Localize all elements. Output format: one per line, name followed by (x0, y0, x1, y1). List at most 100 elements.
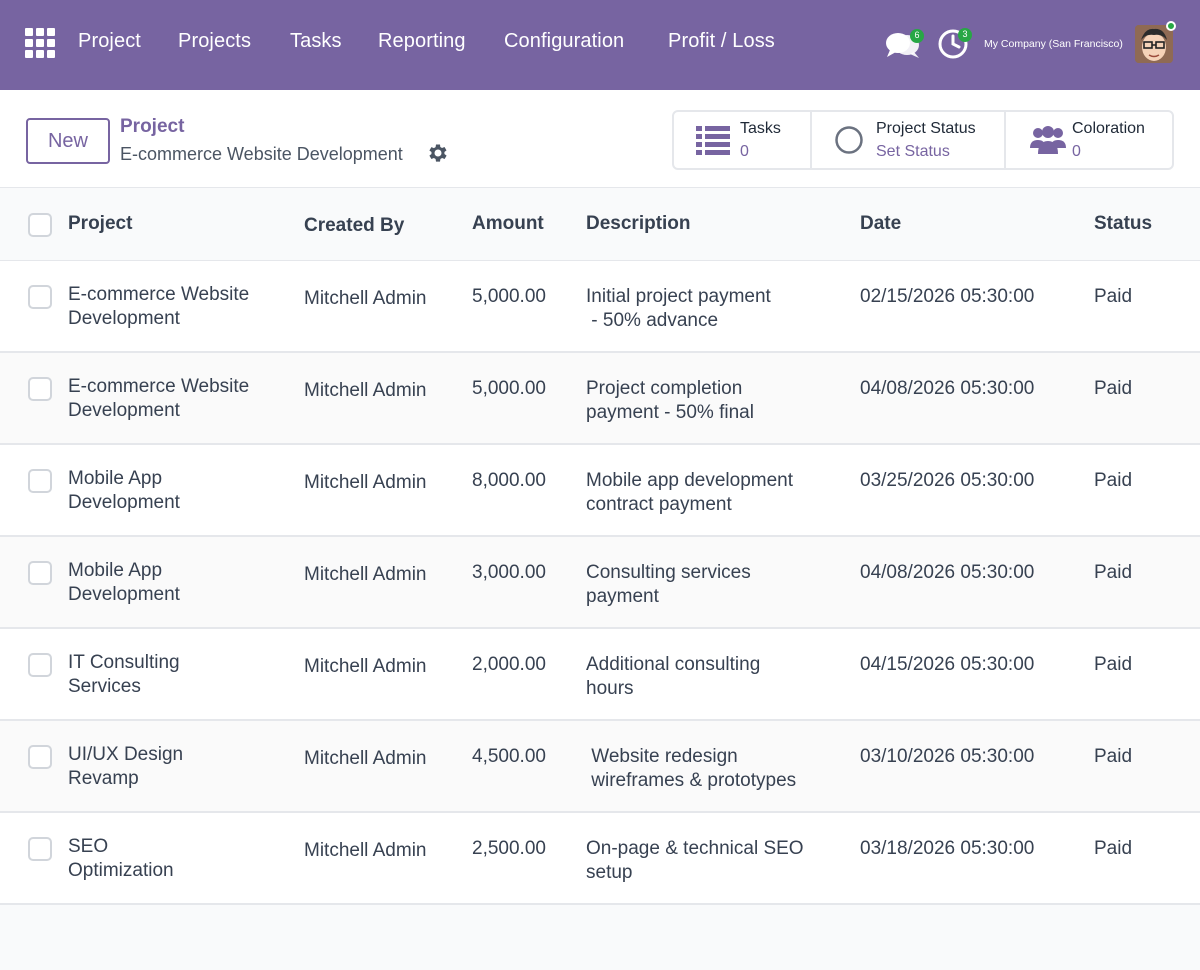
row-checkbox[interactable] (28, 469, 52, 493)
cell-project-line: Mobile App (68, 560, 163, 581)
cell-project-line: IT Consulting (68, 652, 180, 673)
tasks-stat-label: Tasks (740, 120, 781, 137)
cell-date: 02/15/2026 05:30:00 (860, 286, 1035, 307)
cell-status: Paid (1094, 378, 1133, 399)
column-header-project[interactable]: Project (68, 213, 132, 235)
activities-badge: 3 (958, 28, 972, 42)
cell-description-line: wireframes & prototypes (586, 770, 797, 791)
cell-created-by: Mitchell Admin (304, 472, 427, 493)
row-checkbox[interactable] (28, 561, 52, 585)
cell-amount: 8,000.00 (472, 470, 546, 491)
row-checkbox[interactable] (28, 745, 52, 769)
tasks-stat-value: 0 (740, 143, 749, 160)
cell-created-by: Mitchell Admin (304, 288, 427, 309)
cell-project-line: Mobile App (68, 468, 163, 489)
cell-description-line: hours (586, 678, 634, 699)
cell-description: On-page & technical SEO setup (586, 837, 804, 885)
cell-amount: 5,000.00 (472, 378, 546, 399)
cell-created-by: Mitchell Admin (304, 656, 427, 677)
cell-project-line: Development (68, 308, 180, 329)
users-group-icon (1030, 126, 1066, 154)
messaging-button[interactable]: 6 (884, 29, 924, 61)
nav-brand-project[interactable]: Project (78, 30, 141, 53)
column-header-created-by[interactable]: Created By (304, 215, 404, 237)
tasks-list-icon (696, 126, 730, 155)
table-row[interactable]: Mobile App Development Mitchell Admin 8,000… (0, 445, 1200, 537)
stat-buttons: Tasks 0 Project Status Set Status Colora… (672, 110, 1174, 170)
cell-description: Additional consulting hours (586, 653, 760, 701)
cell-amount: 3,000.00 (472, 562, 546, 583)
cell-amount: 4,500.00 (472, 746, 546, 767)
coloration-stat-value: 0 (1072, 143, 1081, 160)
cell-date: 04/15/2026 05:30:00 (860, 654, 1035, 675)
new-button[interactable]: New (26, 118, 110, 164)
cell-amount: 5,000.00 (472, 286, 546, 307)
table-body: E-commerce Website Development Mitchell Ad… (0, 261, 1200, 905)
cell-project-line: E-commerce Website (68, 376, 250, 397)
cell-description: Project completion payment - 50% final (586, 377, 754, 425)
row-checkbox[interactable] (28, 653, 52, 677)
activities-button[interactable]: 3 (937, 28, 972, 60)
cell-project-line: SEO (68, 836, 109, 857)
table-row[interactable]: Mobile App Development Mitchell Admin 3,000… (0, 537, 1200, 629)
row-checkbox[interactable] (28, 285, 52, 309)
cell-description-line: Initial project payment (586, 286, 771, 307)
nav-item-profit-loss[interactable]: Profit / Loss (668, 30, 775, 53)
tasks-stat-button[interactable]: Tasks 0 (674, 112, 810, 168)
cell-project-line: Development (68, 400, 180, 421)
breadcrumb-current: E-commerce Website Development (120, 144, 403, 164)
table-row[interactable]: IT Consulting Services Mitchell Admin 2,000… (0, 629, 1200, 721)
cell-description-line: payment - 50% final (586, 402, 754, 423)
user-avatar-icon (1135, 25, 1173, 63)
cell-created-by: Mitchell Admin (304, 380, 427, 401)
cell-description-line: Website redesign (586, 746, 738, 767)
cell-description-line: Project completion (586, 378, 743, 399)
cell-description-line: On-page & technical SEO (586, 838, 804, 859)
cell-project-line: Development (68, 584, 180, 605)
cell-project: Mobile App Development (68, 559, 180, 607)
cell-amount: 2,000.00 (472, 654, 546, 675)
table-row[interactable]: UI/UX Design Revamp Mitchell Admin 4,500.00… (0, 721, 1200, 813)
nav-item-projects[interactable]: Projects (178, 30, 251, 53)
online-status-indicator (1166, 21, 1176, 31)
project-status-stat-button[interactable]: Project Status Set Status (810, 112, 1004, 168)
cell-project: E-commerce Website Development (68, 375, 249, 423)
column-header-amount[interactable]: Amount (472, 213, 544, 235)
column-header-description[interactable]: Description (586, 213, 691, 235)
row-checkbox[interactable] (28, 837, 52, 861)
cell-date: 03/18/2026 05:30:00 (860, 838, 1035, 859)
cell-status: Paid (1094, 286, 1133, 307)
cell-status: Paid (1094, 838, 1133, 859)
user-avatar[interactable] (1135, 25, 1173, 63)
table-row[interactable]: E-commerce Website Development Mitchell Ad… (0, 261, 1200, 353)
cell-project: UI/UX Design Revamp (68, 743, 183, 791)
nav-item-configuration[interactable]: Configuration (504, 30, 624, 53)
column-header-status[interactable]: Status (1094, 213, 1152, 235)
row-checkbox[interactable] (28, 377, 52, 401)
company-switcher[interactable]: My Company (San Francisco) (984, 38, 1123, 50)
table-header: Project Created By Amount Description Da… (0, 189, 1200, 261)
cell-description: Initial project payment - 50% advance (586, 285, 771, 333)
coloration-stat-label: Coloration (1072, 120, 1145, 137)
cell-project-line: Optimization (68, 860, 174, 881)
nav-item-tasks[interactable]: Tasks (290, 30, 342, 53)
cell-date: 03/10/2026 05:30:00 (860, 746, 1035, 767)
table-row[interactable]: E-commerce Website Development Mitchell Ad… (0, 353, 1200, 445)
project-status-label: Project Status (876, 120, 976, 137)
cell-created-by: Mitchell Admin (304, 840, 427, 861)
top-navbar: Project Projects Tasks Reporting Configu… (0, 0, 1200, 90)
apps-menu-icon[interactable] (25, 28, 55, 58)
table-row[interactable]: SEO Optimization Mitchell Admin 2,500.00 On-… (0, 813, 1200, 905)
cell-project-line: Services (68, 676, 141, 697)
nav-item-reporting[interactable]: Reporting (378, 30, 466, 53)
coloration-stat-button[interactable]: Coloration 0 (1004, 112, 1172, 168)
select-all-checkbox[interactable] (28, 213, 52, 237)
column-header-date[interactable]: Date (860, 213, 901, 235)
cell-created-by: Mitchell Admin (304, 748, 427, 769)
cell-amount: 2,500.00 (472, 838, 546, 859)
breadcrumb-parent[interactable]: Project (120, 116, 184, 138)
cell-project: IT Consulting Services (68, 651, 180, 699)
gear-icon[interactable] (425, 141, 449, 170)
cell-description: Mobile app development contract payment (586, 469, 793, 517)
cell-project-line: E-commerce Website (68, 284, 250, 305)
